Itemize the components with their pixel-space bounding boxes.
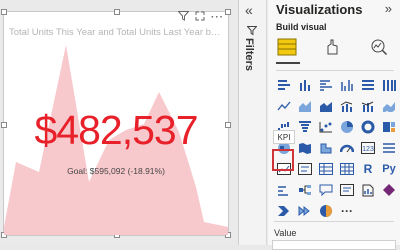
clustered-column-chart-icon[interactable] bbox=[339, 77, 355, 93]
kpi-tooltip: KPI bbox=[273, 130, 295, 144]
collapse-filters-button[interactable]: « bbox=[245, 2, 253, 18]
kpi-visual[interactable]: ··· Total Units This Year and Total Unit… bbox=[1, 9, 231, 238]
100-stacked-column-icon[interactable] bbox=[381, 77, 397, 93]
multi-row-card-icon[interactable] bbox=[381, 140, 397, 156]
collapse-pane-button[interactable]: » bbox=[385, 1, 392, 16]
kpi-value: $482,537 bbox=[34, 107, 198, 153]
shape-map-icon[interactable] bbox=[318, 140, 334, 156]
format-visual-icon[interactable] bbox=[322, 36, 344, 58]
decomposition-tree-icon[interactable] bbox=[297, 182, 313, 198]
qa-visual-icon[interactable] bbox=[318, 182, 334, 198]
more-visuals-button[interactable]: ··· bbox=[339, 203, 355, 219]
table-icon[interactable] bbox=[318, 161, 334, 177]
matrix-icon[interactable] bbox=[339, 161, 355, 177]
gauge-icon[interactable] bbox=[339, 140, 355, 156]
pie-chart-icon[interactable] bbox=[339, 119, 355, 135]
python-visual-icon[interactable]: Py bbox=[381, 161, 397, 177]
stacked-area-chart-icon[interactable] bbox=[318, 98, 334, 114]
funnel-chart-icon[interactable] bbox=[297, 119, 313, 135]
donut-chart-icon[interactable] bbox=[360, 119, 376, 135]
smart-narrative-icon[interactable] bbox=[339, 182, 355, 198]
key-influencers-icon[interactable] bbox=[276, 182, 292, 198]
scatter-chart-icon[interactable] bbox=[318, 119, 334, 135]
kpi-goal: Goal: $595,092 (-18.91%) bbox=[67, 166, 165, 176]
ribbon-chart-icon[interactable] bbox=[381, 98, 397, 114]
card-icon[interactable]: 123 bbox=[360, 140, 376, 156]
stacked-column-chart-icon[interactable] bbox=[297, 77, 313, 93]
value-well-dropzone[interactable] bbox=[272, 240, 396, 250]
line-stacked-column-icon[interactable] bbox=[360, 98, 376, 114]
paginated-report-icon[interactable] bbox=[360, 182, 376, 198]
report-canvas: ··· Total Units This Year and Total Unit… bbox=[0, 0, 238, 245]
build-visual-icon[interactable] bbox=[276, 36, 298, 58]
build-visual-label: Build visual bbox=[276, 22, 327, 32]
power-apps-icon[interactable] bbox=[381, 182, 397, 198]
filters-label[interactable]: Filters bbox=[243, 38, 255, 71]
divider bbox=[276, 70, 394, 71]
line-clustered-column-icon[interactable] bbox=[339, 98, 355, 114]
line-chart-icon[interactable] bbox=[276, 98, 292, 114]
active-tab-indicator bbox=[276, 62, 300, 64]
divider bbox=[274, 221, 394, 222]
visualizations-pane: Visualizations » Build visual 123 R Py ·… bbox=[268, 0, 400, 250]
r-script-icon[interactable]: R bbox=[360, 161, 376, 177]
kpi-selected-highlight bbox=[272, 149, 294, 171]
svg-text:123: 123 bbox=[362, 146, 374, 153]
filled-map-icon[interactable] bbox=[297, 140, 313, 156]
value-well-label: Value bbox=[274, 228, 297, 238]
filters-pane-collapsed[interactable]: « Filters bbox=[239, 0, 267, 245]
clustered-bar-chart-icon[interactable] bbox=[318, 77, 334, 93]
power-automate-icon[interactable] bbox=[276, 203, 292, 219]
analytics-icon[interactable] bbox=[368, 36, 390, 58]
pane-title: Visualizations bbox=[276, 2, 363, 17]
arcgis-map-icon[interactable] bbox=[297, 203, 313, 219]
slicer-icon[interactable] bbox=[297, 161, 313, 177]
100-stacked-bar-icon[interactable] bbox=[360, 77, 376, 93]
azure-map-icon[interactable] bbox=[318, 203, 334, 219]
treemap-icon[interactable] bbox=[381, 119, 397, 135]
area-chart-icon[interactable] bbox=[297, 98, 313, 114]
stacked-bar-chart-icon[interactable] bbox=[276, 77, 292, 93]
